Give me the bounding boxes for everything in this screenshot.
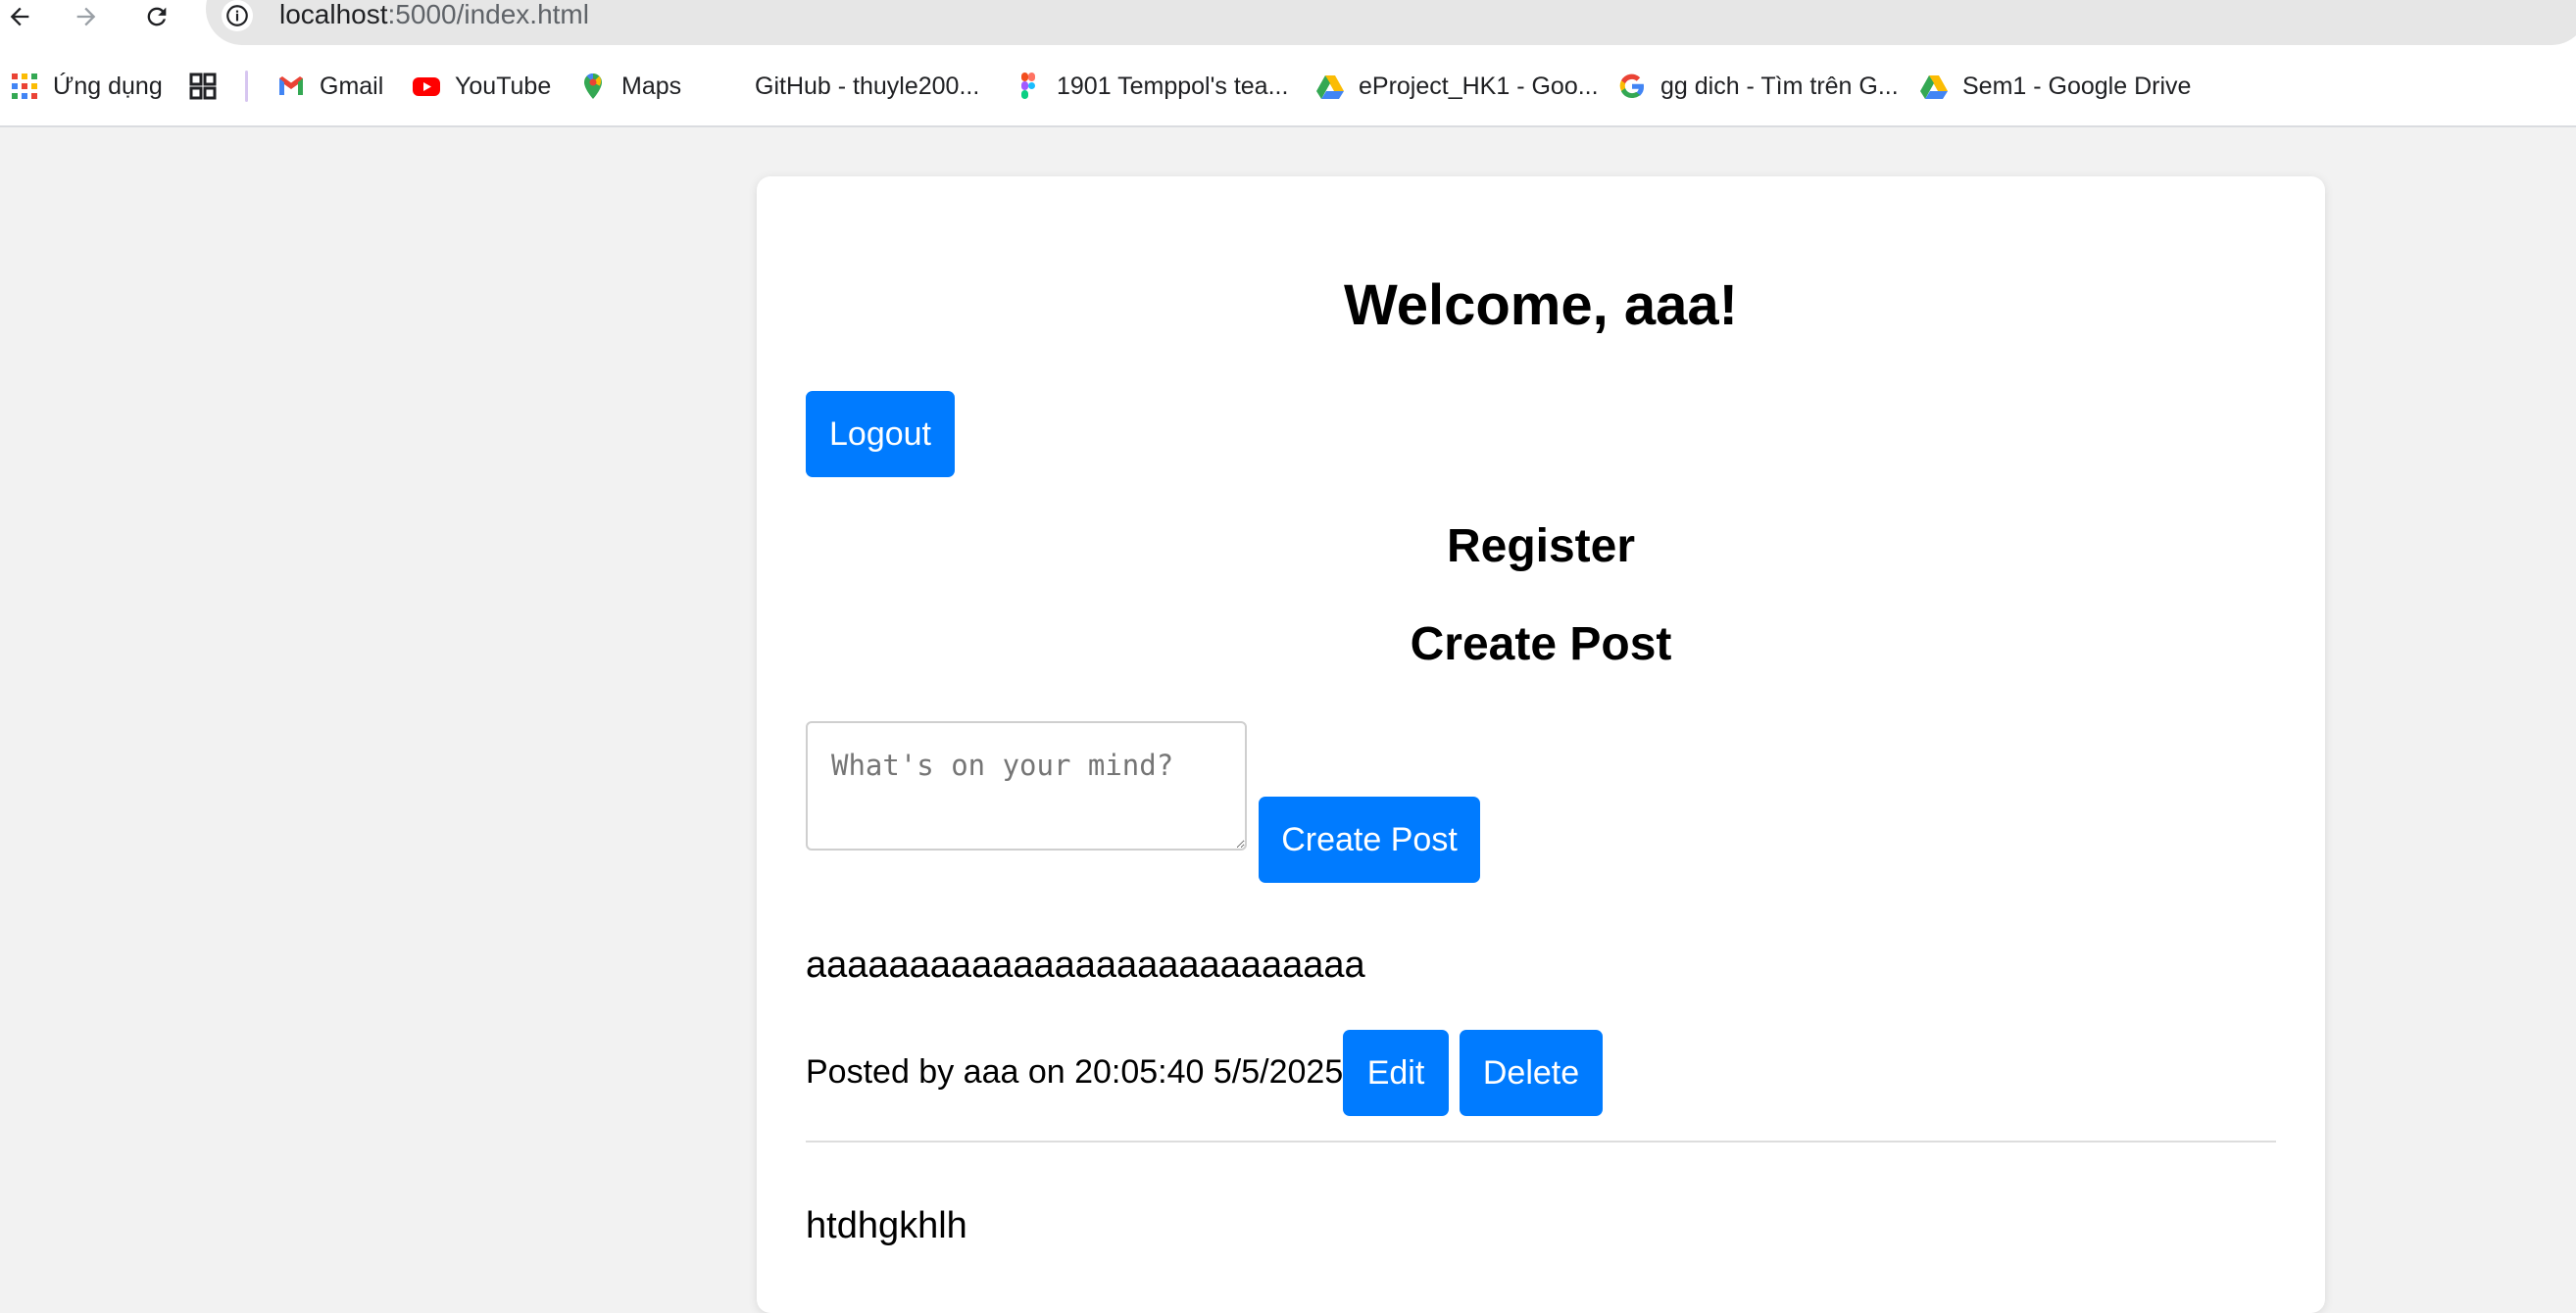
bookmark-github[interactable]: GitHub - thuyle200... [712,67,979,106]
bookmark-sem1[interactable]: Sem1 - Google Drive [1919,67,2191,106]
tab-groups-icon [189,73,217,100]
bookmark-label: gg dich - Tìm trên G... [1660,72,1899,100]
google-icon [1619,73,1645,99]
figma-icon [1021,73,1035,99]
bookmark-label: YouTube [455,72,552,100]
welcome-heading: Welcome, aaa! [1344,273,1738,337]
url-path: :5000/index.html [387,0,589,29]
edit-post-button[interactable]: Edit [1343,1030,1449,1116]
browser-toolbar: localhost:5000/index.html [0,0,2576,47]
post-content: aaaaaaaaaaaaaaaaaaaaaaaaaaa [806,945,1365,986]
google-drive-icon [1920,75,1948,99]
back-arrow-icon [10,7,29,26]
bookmark-label: 1901 Temppol's tea... [1057,72,1289,100]
reload-button[interactable] [137,0,176,33]
bookmark-gg-dich[interactable]: gg dich - Tìm trên G... [1617,67,1899,106]
bookmark-label: eProject_HK1 - Goo... [1359,72,1599,100]
post-meta: Posted by aaa on 20:05:40 5/5/2025 [806,1053,1344,1091]
address-bar[interactable]: localhost:5000/index.html [206,0,2576,45]
bookmark-youtube[interactable]: YouTube [412,67,551,106]
site-info-icon[interactable] [222,0,253,31]
create-post-heading: Create Post [1410,618,1672,670]
forward-arrow-icon [76,7,96,26]
main-card: Welcome, aaa! Logout Register Create Pos… [757,176,2325,1313]
post-content: htdhgkhlh [806,1205,967,1246]
apps-grid-icon [12,73,37,99]
url-host: localhost [279,0,388,29]
google-drive-icon [1316,75,1344,99]
bookmark-label: Sem1 - Google Drive [1962,72,2192,100]
bookmark-apps[interactable]: Ứng dụng [10,67,163,106]
post-content-input[interactable] [806,721,1247,851]
post-divider [806,1141,2276,1143]
youtube-icon [413,77,440,96]
gmail-icon [279,76,303,95]
bookmark-separator [245,71,248,102]
bookmark-label: GitHub - thuyle200... [755,72,980,100]
register-heading: Register [1446,520,1636,572]
create-post-button[interactable]: Create Post [1259,797,1480,883]
bookmark-eproject[interactable]: eProject_HK1 - Goo... [1315,67,1599,106]
reload-icon [147,7,167,26]
bookmark-label: Maps [621,72,682,100]
logout-button[interactable]: Logout [806,391,955,477]
github-icon [712,72,741,101]
bookmark-label: Ứng dụng [53,72,163,100]
bookmark-gmail[interactable]: Gmail [276,67,383,106]
bookmarks-bar: Ứng dụng Gmail YouTube Maps GitHub - thu… [0,47,2576,127]
delete-post-button[interactable]: Delete [1460,1030,1603,1116]
bookmark-tab-groups[interactable] [188,67,218,106]
url-text: localhost:5000/index.html [279,0,589,30]
bookmark-figma[interactable]: 1901 Temppol's tea... [1014,67,1288,106]
back-button[interactable] [0,0,39,33]
bookmark-label: Gmail [320,72,384,100]
maps-pin-icon [584,73,602,99]
forward-button[interactable] [67,0,106,33]
bookmark-maps[interactable]: Maps [578,67,681,106]
